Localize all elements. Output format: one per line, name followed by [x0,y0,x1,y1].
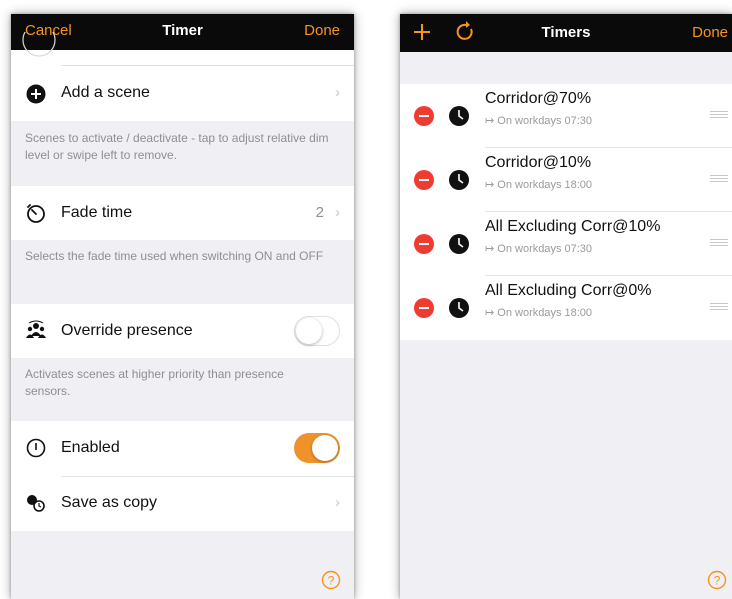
page-title: Timer [162,22,203,39]
override-footer: Activates scenes at higher priority than… [25,367,284,398]
timer-schedule: ↦ On workdays 07:30 [485,115,593,127]
chevron-right-icon: › [335,84,340,101]
done-button[interactable]: Done [692,14,728,52]
done-button[interactable]: Done [304,14,340,50]
add-circle-icon [26,84,46,104]
timer-detail-screen: Cancel Timer Done Add a scene › Scenes t… [11,14,354,599]
add-scene-label: Add a scene [61,84,150,101]
timer-schedule: ↦ On workdays 18:00 [485,307,593,319]
delete-icon[interactable] [414,234,434,254]
drag-handle-icon[interactable] [710,239,728,247]
fade-time-cell[interactable]: Fade time 2 › [11,186,354,240]
clock-icon [449,298,469,318]
delete-icon[interactable] [414,170,434,190]
timer-name: All Excluding Corr@0% [485,282,652,299]
copy-icon [27,495,45,512]
toggle-knob [312,435,338,461]
save-as-copy-label: Save as copy [61,494,158,511]
override-presence-cell: Override presence [11,304,354,358]
timer-row[interactable]: Corridor@70% ↦ On workdays 07:30 [400,84,732,148]
drag-handle-icon[interactable] [710,303,728,311]
override-presence-label: Override presence [61,322,193,339]
svg-text:?: ? [328,574,335,588]
settings-group: Enabled Save as copy › [11,421,354,531]
timer-row[interactable]: All Excluding Corr@10% ↦ On workdays 07:… [400,212,732,276]
fade-footer: Selects the fade time used when switchin… [25,249,324,263]
scene-item-partial[interactable] [11,32,354,66]
fade-time-label: Fade time [61,204,133,221]
page-title: Timers [541,24,591,41]
power-icon [26,438,46,458]
drag-handle-icon[interactable] [710,111,728,119]
drag-handle-icon[interactable] [710,175,728,183]
timer-name: Corridor@10% [485,154,592,171]
help-icon[interactable]: ? [707,570,727,590]
timer-schedule: ↦ On workdays 07:30 [485,243,593,255]
scene-circle-icon [22,32,56,57]
chevron-right-icon: › [335,494,340,511]
timer-name: All Excluding Corr@10% [485,218,661,235]
timer-icon [27,204,45,223]
scenes-footer: Scenes to activate / deactivate - tap to… [25,131,329,162]
timer-schedule: ↦ On workdays 18:00 [485,179,593,191]
toggle-knob [296,317,322,344]
delete-icon[interactable] [414,106,434,126]
help-icon[interactable]: ? [321,570,341,590]
delete-icon[interactable] [414,298,434,318]
nav-bar: Timers Done [400,14,732,52]
add-scene-cell[interactable]: Add a scene › [11,66,354,121]
timer-name: Corridor@70% [485,90,592,107]
save-as-copy-cell[interactable]: Save as copy › [11,476,354,531]
timers-list-screen: Timers Done Corridor@70% ↦ On workdays 0… [400,14,732,599]
nav-bar: Cancel Timer Done [11,14,354,50]
fade-time-value: 2 [315,204,324,221]
people-icon [26,320,46,338]
svg-text:?: ? [714,574,721,588]
timer-row[interactable]: Corridor@10% ↦ On workdays 18:00 [400,148,732,212]
enabled-toggle[interactable] [294,433,340,463]
clock-icon [449,234,469,254]
enabled-cell: Enabled [11,421,354,476]
clock-icon [449,170,469,190]
chevron-right-icon: › [335,204,340,221]
clock-icon [449,106,469,126]
enabled-label: Enabled [61,439,120,456]
timer-row[interactable]: All Excluding Corr@0% ↦ On workdays 18:0… [400,276,732,340]
override-presence-toggle[interactable] [294,316,340,346]
